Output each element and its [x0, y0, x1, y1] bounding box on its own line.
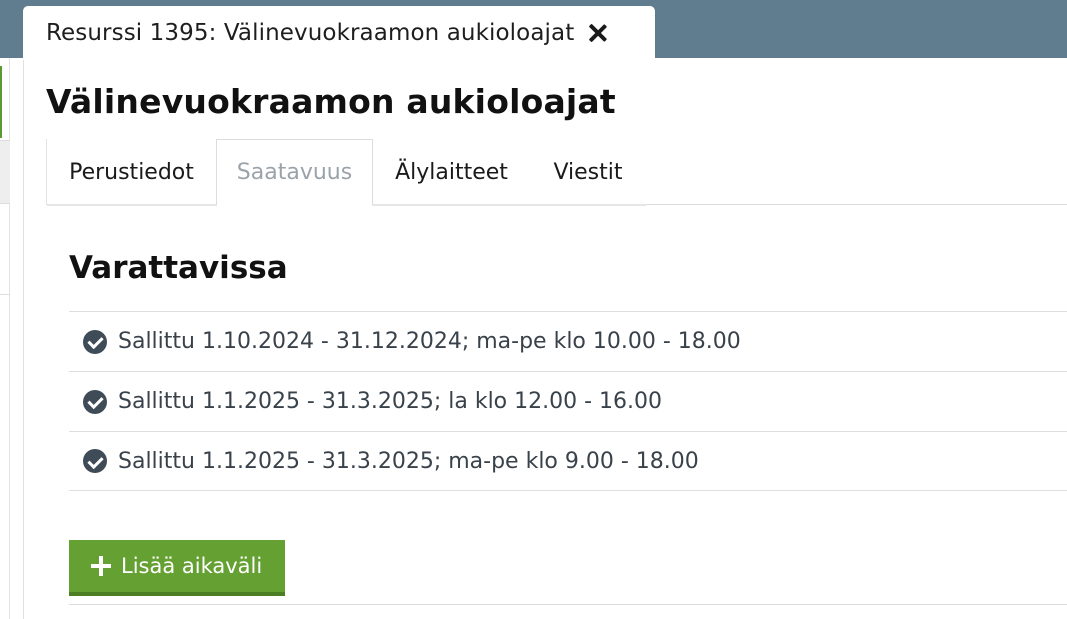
window-tab[interactable]: Resurssi 1395: Välinevuokraamon aukioloa… [23, 6, 655, 60]
availability-rule-text: Sallittu 1.1.2025 - 31.3.2025; ma-pe klo… [118, 448, 699, 474]
active-indicator [0, 66, 2, 138]
close-icon[interactable] [588, 23, 608, 43]
page-title: Välinevuokraamon aukioloajat [46, 82, 616, 121]
left-sidebar-edge [0, 58, 10, 619]
check-circle-icon [83, 329, 107, 354]
sidebar-divider [0, 294, 10, 295]
tab-viestit[interactable]: Viestit [530, 139, 646, 206]
list-item[interactable]: Sallittu 1.10.2024 - 31.12.2024; ma-pe k… [69, 311, 1067, 371]
availability-rule-text: Sallittu 1.1.2025 - 31.3.2025; la klo 12… [118, 389, 663, 414]
availability-list: Sallittu 1.10.2024 - 31.12.2024; ma-pe k… [69, 311, 1067, 491]
list-item[interactable]: Sallittu 1.1.2025 - 31.3.2025; la klo 12… [69, 371, 1067, 431]
window-tab-title: Resurssi 1395: Välinevuokraamon aukioloa… [46, 20, 575, 46]
list-item[interactable]: Sallittu 1.1.2025 - 31.3.2025; ma-pe klo… [69, 431, 1067, 491]
page: Resurssi 1395: Välinevuokraamon aukioloa… [0, 0, 1067, 619]
add-time-range-label: Lisää aikaväli [121, 554, 263, 578]
tab-saatavuus[interactable]: Saatavuus [216, 139, 373, 206]
sidebar-selected-item[interactable] [0, 140, 10, 204]
section-title: Varattavissa [69, 250, 288, 286]
add-time-range-button[interactable]: Lisää aikaväli [69, 540, 285, 596]
check-circle-icon [83, 449, 107, 473]
check-circle-icon [83, 389, 107, 414]
tab-bar: Perustiedot Saatavuus Älylaitteet Viesti… [46, 139, 1067, 206]
tab-perustiedot[interactable]: Perustiedot [46, 139, 216, 206]
plus-icon [91, 556, 111, 576]
availability-rule-text: Sallittu 1.10.2024 - 31.12.2024; ma-pe k… [118, 329, 741, 354]
divider [69, 604, 1067, 605]
tab-alylaitteet[interactable]: Älylaitteet [373, 139, 530, 206]
